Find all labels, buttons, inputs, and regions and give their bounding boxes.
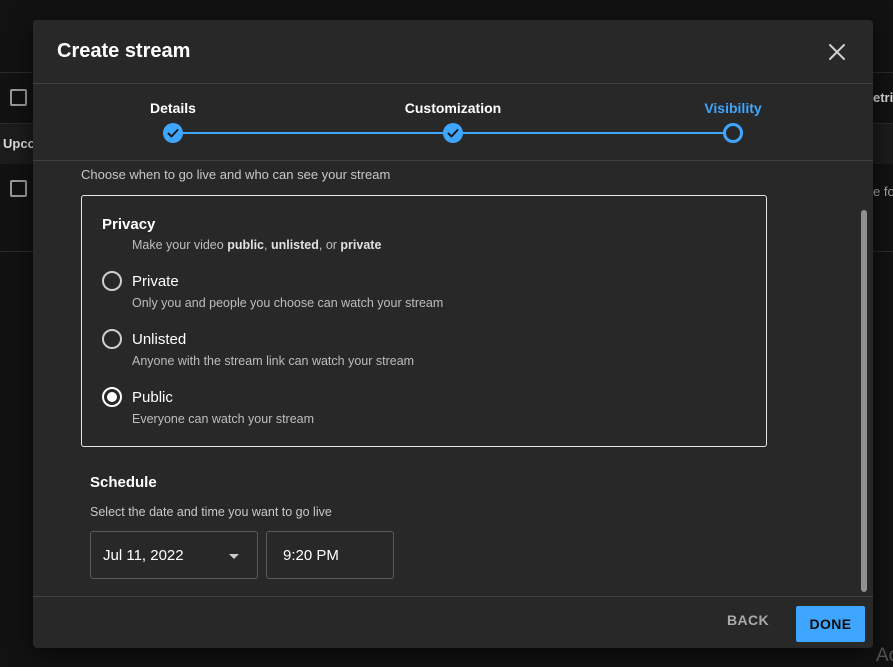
scrollbar-thumb[interactable] xyxy=(861,210,867,592)
visibility-subtitle: Choose when to go live and who can see y… xyxy=(81,167,391,182)
option-label-unlisted[interactable]: Unlisted xyxy=(132,331,186,348)
option-label-private[interactable]: Private xyxy=(132,273,179,290)
date-dropdown[interactable]: Jul 11, 2022 xyxy=(90,531,258,579)
step-dot-visibility[interactable] xyxy=(723,123,743,143)
radio-unlisted[interactable] xyxy=(102,329,122,349)
schedule-description: Select the date and time you want to go … xyxy=(90,505,332,519)
step-dot-details[interactable] xyxy=(163,123,183,143)
step-dot-customization[interactable] xyxy=(443,123,463,143)
check-icon xyxy=(167,129,179,138)
privacy-title: Privacy xyxy=(102,216,156,233)
dropdown-arrow-icon xyxy=(229,554,239,559)
select-all-checkbox[interactable] xyxy=(10,89,27,106)
privacy-desc-private: private xyxy=(340,238,382,252)
time-value: 9:20 PM xyxy=(283,547,339,564)
step-label-visibility[interactable]: Visibility xyxy=(704,100,761,116)
row-text: e fo xyxy=(873,184,893,199)
close-button[interactable] xyxy=(825,40,849,64)
radio-public[interactable] xyxy=(102,387,122,407)
schedule-title: Schedule xyxy=(90,474,157,491)
radio-private[interactable] xyxy=(102,271,122,291)
privacy-description: Make your video public, unlisted, or pri… xyxy=(132,238,381,252)
upcoming-tab[interactable]: Upco xyxy=(3,136,36,151)
time-input[interactable]: 9:20 PM xyxy=(266,531,394,579)
privacy-desc-text: , xyxy=(264,238,271,252)
dialog-title: Create stream xyxy=(57,40,191,62)
back-button[interactable]: BACK xyxy=(727,612,769,628)
dialog-header: Create stream xyxy=(33,20,873,84)
divider xyxy=(33,160,873,161)
option-label-public[interactable]: Public xyxy=(132,389,173,406)
activation-watermark: Ac xyxy=(876,645,893,666)
dialog-footer: BACK DONE xyxy=(33,596,873,648)
option-desc-unlisted: Anyone with the stream link can watch yo… xyxy=(132,354,415,368)
metrics-column-header: etric xyxy=(873,90,893,105)
done-button[interactable]: DONE xyxy=(796,606,865,642)
check-icon xyxy=(447,129,459,138)
privacy-desc-text: , or xyxy=(318,238,341,252)
close-icon xyxy=(829,44,845,60)
option-desc-private: Only you and people you choose can watch… xyxy=(132,296,444,310)
privacy-desc-public: public xyxy=(227,238,264,252)
step-connector xyxy=(461,132,725,134)
option-desc-public: Everyone can watch your stream xyxy=(132,412,315,426)
step-label-details[interactable]: Details xyxy=(150,100,196,116)
step-connector xyxy=(181,132,445,134)
create-stream-dialog: Create stream Details Customization Visi… xyxy=(33,20,873,648)
privacy-desc-text: Make your video xyxy=(132,238,228,252)
privacy-section: Privacy Make your video public, unlisted… xyxy=(81,195,767,447)
step-label-customization[interactable]: Customization xyxy=(405,100,501,116)
row-checkbox[interactable] xyxy=(10,180,27,197)
privacy-desc-unlisted: unlisted xyxy=(270,238,319,252)
date-value: Jul 11, 2022 xyxy=(103,547,184,564)
